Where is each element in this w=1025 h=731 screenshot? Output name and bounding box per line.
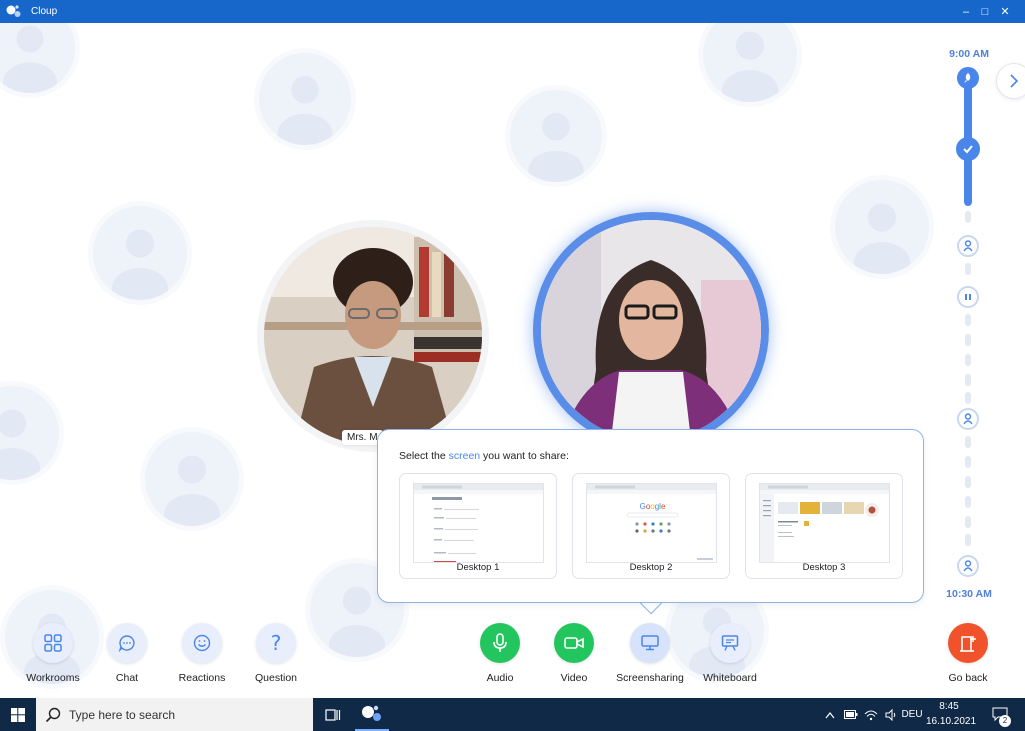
screensharing-label: Screensharing xyxy=(616,672,684,684)
clock-date[interactable]: 16.10.2021 xyxy=(926,716,976,727)
empty-seat-avatar-icon[interactable] xyxy=(140,427,244,531)
window-title: Cloup xyxy=(31,6,58,17)
empty-seat-avatar-icon[interactable] xyxy=(698,23,802,107)
screen-option-label: Desktop 3 xyxy=(802,562,846,573)
video-button[interactable] xyxy=(554,623,594,663)
reactions-button[interactable] xyxy=(182,623,222,663)
screensharing-button[interactable] xyxy=(630,623,670,663)
empty-seat-avatar-icon[interactable] xyxy=(830,175,934,279)
notification-count-badge: 2 xyxy=(999,715,1011,727)
workrooms-control[interactable]: Workrooms xyxy=(13,623,93,684)
video-camera-icon xyxy=(564,637,584,649)
desktop-2-thumbnail: Google xyxy=(586,483,717,563)
checkmark-icon[interactable] xyxy=(956,137,980,161)
chat-control[interactable]: Chat xyxy=(87,623,167,684)
person-icon[interactable] xyxy=(957,555,979,577)
microphone-icon xyxy=(493,633,507,652)
participant-video-2-active-speaker[interactable] xyxy=(533,212,769,448)
screen-option-desktop-1[interactable]: Desktop 1 xyxy=(399,473,557,579)
person-icon[interactable] xyxy=(957,235,979,257)
screen-option-label: Desktop 2 xyxy=(629,562,673,573)
question-mark-icon: ? xyxy=(270,631,282,655)
maximize-button[interactable]: □ xyxy=(974,0,996,23)
participant-video-1[interactable] xyxy=(257,220,489,452)
google-logo: Google xyxy=(640,502,666,511)
go-back-label: Go back xyxy=(948,672,988,684)
search-icon xyxy=(45,707,61,722)
rocket-icon[interactable] xyxy=(957,67,979,89)
timeline-start-time: 9:00 AM xyxy=(949,48,989,60)
whiteboard-button[interactable] xyxy=(710,623,750,663)
windows-logo-icon xyxy=(11,707,25,722)
reactions-control[interactable]: Reactions xyxy=(162,623,242,684)
go-back-button[interactable] xyxy=(948,623,988,663)
close-button[interactable]: ✕ xyxy=(994,0,1016,23)
chat-button[interactable] xyxy=(107,623,147,663)
audio-label: Audio xyxy=(486,672,514,684)
title-bar: Cloup – □ ✕ xyxy=(0,0,1025,23)
taskbar-search-placeholder: Type here to search xyxy=(69,707,176,722)
agenda-timeline: 9:00 AM 10:30 AM xyxy=(940,23,1000,613)
cloup-taskbar-icon[interactable] xyxy=(355,698,389,731)
video-label: Video xyxy=(560,672,588,684)
person-icon[interactable] xyxy=(957,408,979,430)
task-view-icon[interactable] xyxy=(320,698,346,731)
video-control[interactable]: Video xyxy=(534,623,614,684)
empty-seat-avatar-icon[interactable] xyxy=(88,201,192,305)
pause-icon[interactable] xyxy=(957,286,979,308)
share-picker-title: Select the screen you want to share: xyxy=(399,450,569,462)
audio-button[interactable] xyxy=(480,623,520,663)
taskbar-search-box[interactable]: Type here to search xyxy=(36,698,313,731)
empty-seat-avatar-icon[interactable] xyxy=(505,85,607,187)
question-button[interactable]: ? xyxy=(256,623,296,663)
wifi-icon[interactable] xyxy=(862,698,880,731)
grid-icon xyxy=(44,634,62,652)
clock-time[interactable]: 8:45 xyxy=(926,701,972,712)
chat-bubble-icon xyxy=(118,635,135,652)
screen-share-picker: Select the screen you want to share: Des… xyxy=(377,429,924,603)
chevron-right-icon xyxy=(1010,74,1019,88)
audio-control[interactable]: Audio xyxy=(460,623,540,684)
battery-icon[interactable] xyxy=(842,698,860,731)
participant-2-photo xyxy=(541,220,761,440)
desktop-3-thumbnail xyxy=(759,483,890,563)
whiteboard-icon xyxy=(721,635,739,651)
workrooms-button[interactable] xyxy=(33,623,73,663)
windows-start-button[interactable] xyxy=(0,698,36,731)
workrooms-label: Workrooms xyxy=(26,672,80,684)
question-control[interactable]: ? Question xyxy=(236,623,316,684)
cloup-logo-icon xyxy=(5,3,23,21)
empty-seat-avatar-icon[interactable] xyxy=(0,23,80,98)
speaker-icon[interactable] xyxy=(882,698,900,731)
smiley-icon xyxy=(193,634,211,652)
keyboard-language-indicator[interactable]: DEU xyxy=(900,709,924,720)
exit-door-icon xyxy=(960,636,976,652)
windows-taskbar: Type here to search DEU 8:45 16.10.2021 … xyxy=(0,698,1025,731)
monitor-icon xyxy=(641,635,659,651)
participant-1-photo xyxy=(264,227,482,445)
screen-option-label: Desktop 1 xyxy=(456,562,500,573)
sidebar-toggle-button[interactable] xyxy=(996,63,1025,99)
screen-option-desktop-3[interactable]: Desktop 3 xyxy=(745,473,903,579)
desktop-1-thumbnail xyxy=(413,483,544,563)
reactions-label: Reactions xyxy=(178,672,226,684)
question-label: Question xyxy=(254,672,298,684)
chat-label: Chat xyxy=(115,672,139,684)
empty-seat-avatar-icon[interactable] xyxy=(254,48,356,150)
timeline-end-time: 10:30 AM xyxy=(946,588,992,600)
whiteboard-label: Whiteboard xyxy=(703,672,757,684)
screen-option-desktop-2[interactable]: Google Desktop 2 xyxy=(572,473,730,579)
empty-seat-avatar-icon[interactable] xyxy=(0,381,64,485)
whiteboard-control[interactable]: Whiteboard xyxy=(690,623,770,684)
meeting-stage: Mrs. M 9:00 AM 10:30 AM Select the scree… xyxy=(0,23,1025,698)
go-back-control[interactable]: Go back xyxy=(928,623,1008,684)
chevron-up-icon[interactable] xyxy=(822,698,838,731)
screensharing-control[interactable]: Screensharing xyxy=(610,623,690,684)
